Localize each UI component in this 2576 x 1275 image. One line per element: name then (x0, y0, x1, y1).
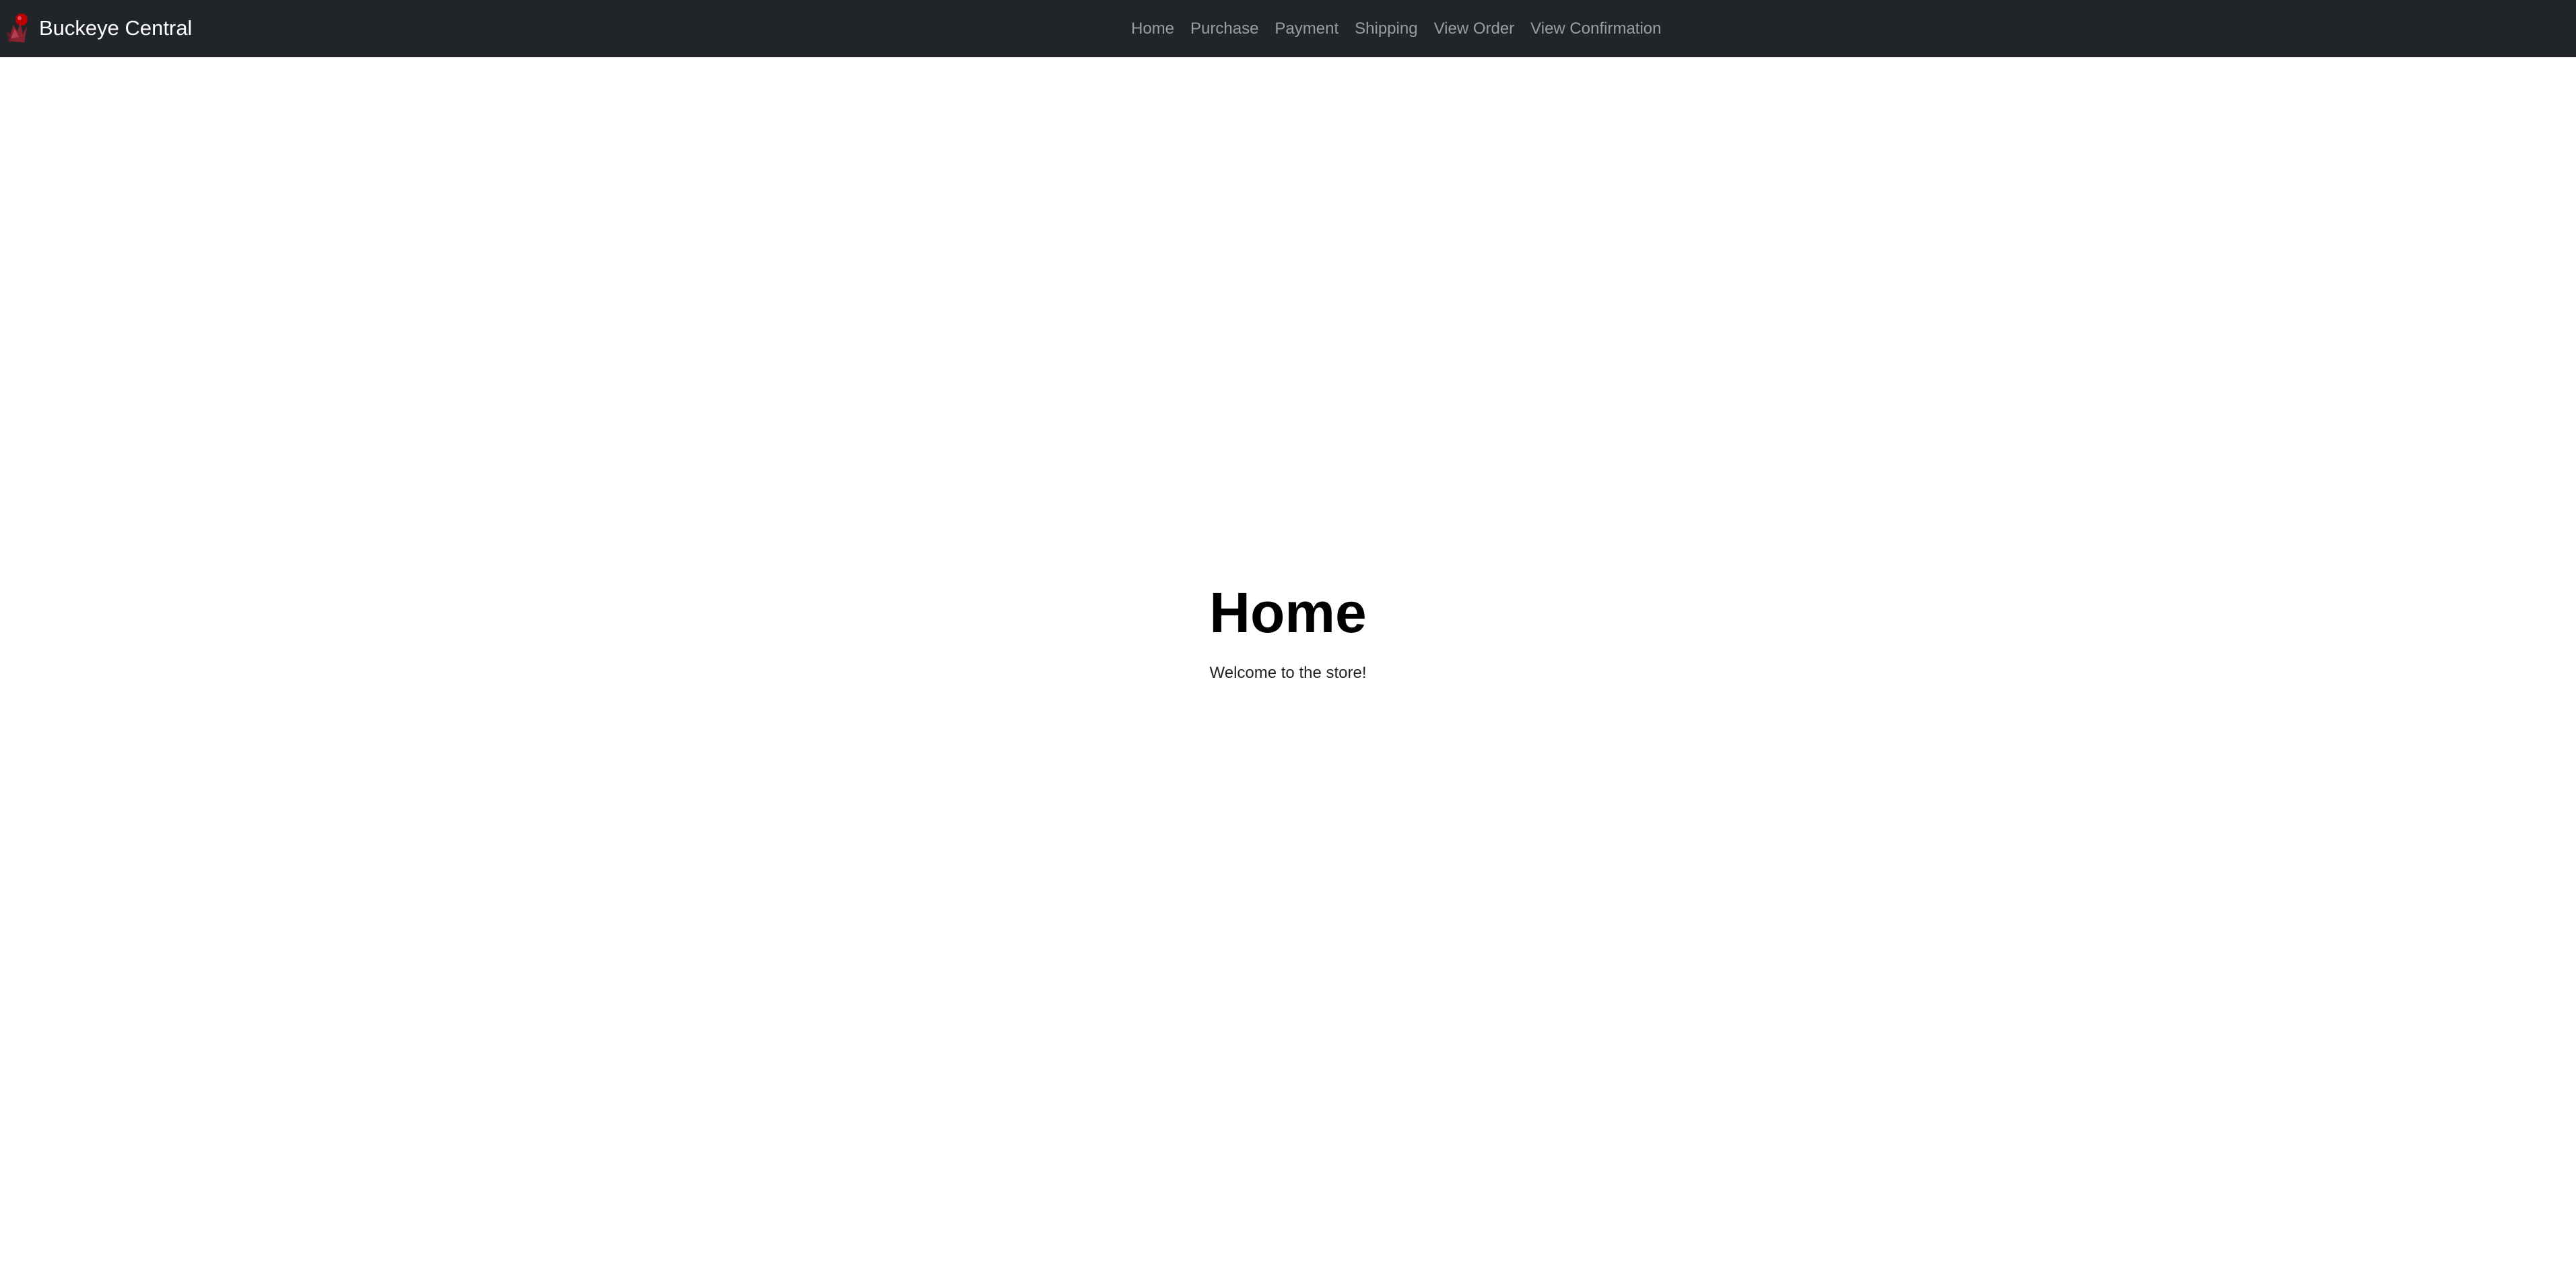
brand-name: Buckeye Central (39, 16, 193, 40)
nav-link-home[interactable]: Home (1123, 20, 1182, 38)
main-content: Home Welcome to the store! (0, 57, 2576, 1275)
welcome-message: Welcome to the store! (1209, 664, 1367, 682)
nav-link-purchase[interactable]: Purchase (1182, 20, 1266, 38)
nav-link-payment[interactable]: Payment (1266, 20, 1347, 38)
brand-link[interactable]: Buckeye Central (4, 8, 192, 48)
nav-link-shipping[interactable]: Shipping (1347, 20, 1425, 38)
page-title: Home (1209, 581, 1367, 644)
top-navbar: Buckeye Central Home Purchase Payment Sh… (0, 0, 2576, 57)
nav-link-view-confirmation[interactable]: View Confirmation (1522, 20, 1669, 38)
buckeye-leaf-logo-icon (7, 13, 28, 42)
nav-link-view-order[interactable]: View Order (1426, 20, 1523, 38)
nav-menu: Home Purchase Payment Shipping View Orde… (1123, 0, 1669, 57)
